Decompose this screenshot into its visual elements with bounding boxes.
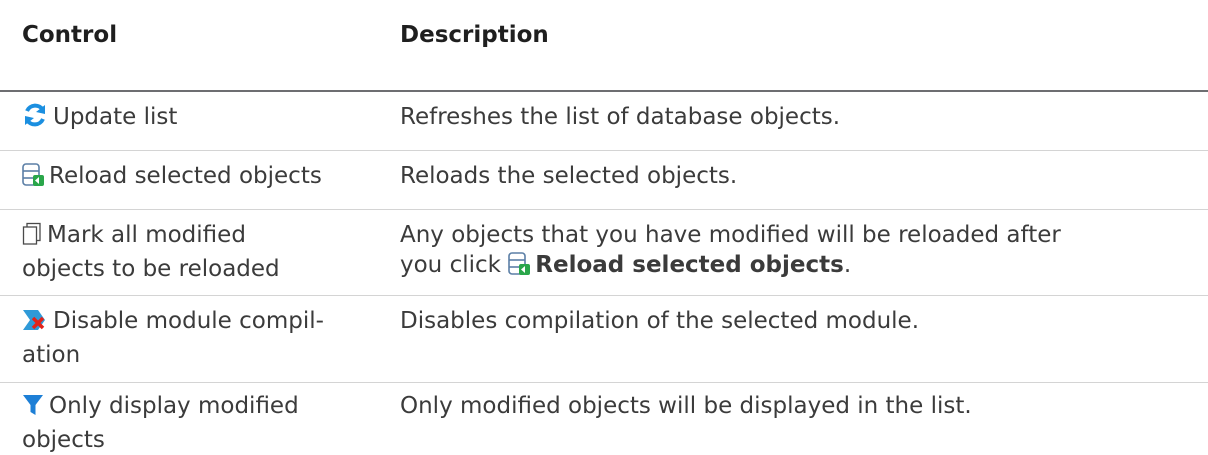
description-line1: Any objects that you have modified will … [400, 222, 1061, 248]
control-cell: Reload selected objects [22, 161, 392, 195]
control-cell: Disable module compil- ation [22, 306, 392, 370]
table-row: Update list Refreshes the list of databa… [0, 92, 1208, 151]
header-control: Control [22, 22, 118, 48]
disable-compile-icon [22, 308, 48, 340]
control-label: Update list [53, 104, 178, 130]
description-line2-prefix: you click [400, 252, 501, 278]
description-line2-bold: Reload selected objects [535, 252, 844, 278]
document-copy-icon [22, 222, 42, 254]
control-label-line1: Disable module compil- [53, 308, 324, 334]
control-label: Reload selected objects [49, 163, 322, 189]
control-label-line2: ation [22, 342, 81, 368]
table-header: Control Description [0, 0, 1208, 92]
control-cell: Only display modified objects [22, 391, 392, 455]
control-cell: Update list [22, 102, 392, 136]
table-row: Only display modified objects Only modif… [0, 383, 1208, 453]
description-cell: Only modified objects will be displayed … [400, 393, 972, 419]
control-label-line1: Mark all modified [47, 222, 246, 248]
description-cell: Disables compilation of the selected mod… [400, 308, 920, 334]
control-label-line2: objects to be reloaded [22, 256, 280, 282]
table-row: Disable module compil- ation Disables co… [0, 296, 1208, 383]
description-cell: Any objects that you have modified will … [400, 220, 1190, 284]
database-reload-icon [22, 163, 44, 195]
description-cell: Refreshes the list of database objects. [400, 104, 841, 130]
table-row: Reload selected objects Reloads the sele… [0, 151, 1208, 210]
controls-table: Control Description Update list Refreshe… [0, 0, 1208, 453]
control-cell: Mark all modified objects to be reloaded [22, 220, 392, 284]
table-row: Mark all modified objects to be reloaded… [0, 210, 1208, 296]
control-label-line2: objects [22, 427, 105, 453]
refresh-icon [22, 102, 48, 136]
filter-icon [22, 393, 44, 425]
description-line2-suffix: . [843, 252, 852, 278]
database-reload-icon [508, 252, 531, 284]
description-cell: Reloads the selected objects. [400, 163, 738, 189]
control-label-line1: Only display modified [49, 393, 299, 419]
header-description: Description [400, 22, 549, 48]
